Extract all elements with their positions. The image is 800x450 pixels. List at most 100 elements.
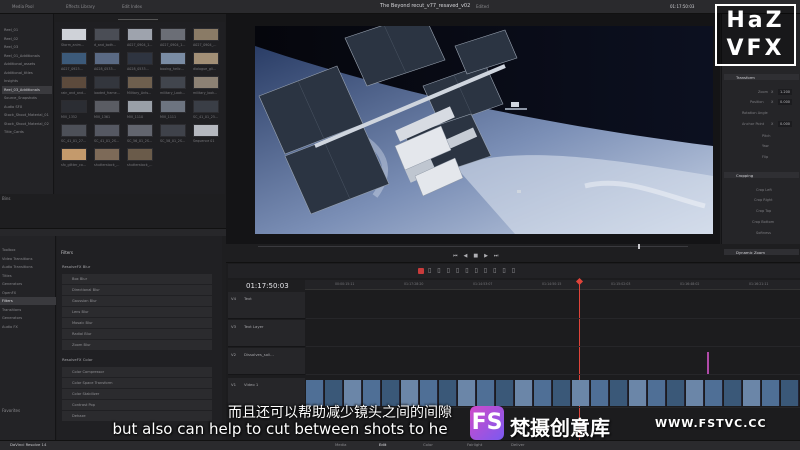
viewer-playhead[interactable] bbox=[638, 244, 640, 249]
yaw-label: Yaw bbox=[762, 144, 769, 148]
cropping-section[interactable]: Cropping bbox=[724, 172, 799, 178]
fx-item[interactable]: Color Space Transform bbox=[62, 378, 212, 388]
page-tab-media[interactable]: Media bbox=[335, 442, 346, 447]
clip-thumbnail[interactable] bbox=[160, 76, 186, 89]
selection-tool-icon[interactable] bbox=[418, 268, 424, 274]
fx-item[interactable]: Box Blur bbox=[62, 274, 212, 284]
clip-thumbnail[interactable] bbox=[160, 28, 186, 41]
fx-category[interactable]: Filters bbox=[0, 297, 56, 305]
clip-thumbnail[interactable] bbox=[127, 76, 153, 89]
clip-thumbnail[interactable] bbox=[61, 148, 87, 161]
clip-thumbnail[interactable] bbox=[127, 124, 153, 137]
clip-name: SC_56_01_2S... bbox=[127, 139, 153, 143]
track-lane[interactable] bbox=[306, 348, 800, 375]
fx-category[interactable]: Generators bbox=[0, 314, 56, 322]
video-clip[interactable] bbox=[781, 380, 799, 406]
timeline-toolbar: ▯▯▯▯▯▯▯▯▯▯ bbox=[228, 264, 800, 278]
clip-thumbnail[interactable] bbox=[61, 124, 87, 137]
clip-thumbnail[interactable] bbox=[94, 100, 120, 113]
page-tab-color[interactable]: Color bbox=[423, 442, 433, 447]
clip-thumbnail[interactable] bbox=[127, 148, 153, 161]
effects-library-button[interactable]: Effects Library bbox=[66, 4, 95, 9]
video-clip[interactable] bbox=[743, 380, 761, 406]
fx-item[interactable]: Gaussian Blur bbox=[62, 296, 212, 306]
timeline-ruler[interactable]: 00:00:15:11 01:17:28:20 01:14:53:07 01:14:5… bbox=[305, 280, 800, 290]
clip-thumbnail[interactable] bbox=[127, 100, 153, 113]
transform-section[interactable]: Transform bbox=[724, 74, 799, 80]
clip-thumbnail[interactable] bbox=[61, 28, 87, 41]
track-lane[interactable] bbox=[306, 320, 800, 347]
video-clip[interactable] bbox=[705, 380, 723, 406]
fx-category[interactable]: Toolbox bbox=[0, 246, 56, 254]
media-pool-button[interactable]: Media Pool bbox=[12, 4, 34, 9]
fx-category[interactable]: Generators bbox=[0, 280, 56, 288]
clip-name: A028_0533... bbox=[94, 67, 116, 71]
bin-item[interactable]: Additional_titles bbox=[2, 69, 52, 77]
fx-category[interactable]: Video Transitions bbox=[0, 255, 56, 263]
fx-category[interactable]: OpenFX bbox=[0, 289, 56, 297]
clip-thumbnail[interactable] bbox=[94, 52, 120, 65]
zoom-x-field[interactable]: 1.200 bbox=[778, 89, 793, 95]
bin-item[interactable]: Reel_03_Additionals bbox=[2, 85, 52, 94]
clip-thumbnail[interactable] bbox=[94, 148, 120, 161]
video-clip[interactable] bbox=[724, 380, 742, 406]
fx-category[interactable]: Transitions bbox=[0, 306, 56, 314]
clip-thumbnail[interactable] bbox=[61, 100, 87, 113]
thumb-size-slider[interactable] bbox=[118, 19, 158, 20]
clip-thumbnail[interactable] bbox=[127, 28, 153, 41]
v2-clip[interactable] bbox=[707, 352, 709, 374]
position-x-field[interactable]: 0.000 bbox=[778, 99, 793, 105]
clip-thumbnail[interactable] bbox=[160, 100, 186, 113]
bin-item[interactable]: Reel_01_Additionals bbox=[2, 52, 52, 60]
bin-item[interactable]: Audio SFX bbox=[2, 103, 52, 111]
clip-thumbnail[interactable] bbox=[94, 124, 120, 137]
video-clip[interactable] bbox=[762, 380, 780, 406]
fx-category[interactable]: Audio FX bbox=[0, 323, 56, 331]
page-tab-edit[interactable]: Edit bbox=[379, 442, 386, 447]
track-id: V4 bbox=[231, 296, 237, 301]
anchor-x-field[interactable]: 0.000 bbox=[778, 121, 793, 127]
fx-item[interactable]: Directional Blur bbox=[62, 285, 212, 295]
fx-category[interactable]: Audio Transitions bbox=[0, 263, 56, 271]
fx-item[interactable]: Color Compressor bbox=[62, 367, 212, 377]
bin-item[interactable]: Insights bbox=[2, 77, 52, 85]
viewer-scrubber[interactable] bbox=[258, 246, 688, 247]
bin-item[interactable]: Title_Cards bbox=[2, 128, 52, 136]
video-clip[interactable] bbox=[686, 380, 704, 406]
clip-thumbnail[interactable] bbox=[94, 76, 120, 89]
clip-thumbnail[interactable] bbox=[160, 52, 186, 65]
fx-category[interactable]: Titles bbox=[0, 272, 56, 280]
edit-index-button[interactable]: Edit Index bbox=[122, 4, 142, 9]
track-header[interactable]: V3 Text Layer bbox=[228, 320, 305, 347]
transport-buttons[interactable]: ⏮◀■▶⏭ bbox=[453, 253, 504, 259]
bin-item[interactable]: Source_Snapshots bbox=[2, 94, 52, 102]
fx-item[interactable]: Lens Blur bbox=[62, 307, 212, 317]
clip-thumbnail[interactable] bbox=[193, 100, 219, 113]
clip-thumbnail[interactable] bbox=[127, 52, 153, 65]
bin-item[interactable]: Additional_assets bbox=[2, 60, 52, 68]
track-header[interactable]: V2 Dissolves_soli... bbox=[228, 348, 305, 375]
clip-thumbnail[interactable] bbox=[193, 28, 219, 41]
clip-thumbnail[interactable] bbox=[160, 124, 186, 137]
clip-thumbnail[interactable] bbox=[193, 52, 219, 65]
zoom-label: Zoom bbox=[758, 90, 769, 94]
fx-item[interactable]: Radial Blur bbox=[62, 329, 212, 339]
dynamic-zoom-section[interactable]: Dynamic Zoom bbox=[724, 249, 799, 255]
track-lane[interactable] bbox=[306, 292, 800, 319]
edit-tools[interactable]: ▯▯▯▯▯▯▯▯▯▯ bbox=[428, 267, 521, 274]
bin-item[interactable]: Stock_Shoot_Material_01 bbox=[2, 111, 52, 119]
bin-item[interactable]: Stock_Shoot_Material_02 bbox=[2, 120, 52, 128]
fx-item[interactable]: Mosaic Blur bbox=[62, 318, 212, 328]
clip-thumbnail[interactable] bbox=[193, 124, 219, 137]
fx-item[interactable]: Color Stabilizer bbox=[62, 389, 212, 399]
clip-name: military_look... bbox=[193, 91, 218, 95]
clip-thumbnail[interactable] bbox=[94, 28, 120, 41]
bin-item[interactable]: Reel_02 bbox=[2, 35, 52, 43]
bin-item[interactable]: Reel_01 bbox=[2, 26, 52, 34]
bin-item[interactable]: Reel_03 bbox=[2, 43, 52, 51]
clip-thumbnail[interactable] bbox=[193, 76, 219, 89]
track-header[interactable]: V4 Text bbox=[228, 292, 305, 319]
clip-thumbnail[interactable] bbox=[61, 76, 87, 89]
fx-item[interactable]: Zoom Blur bbox=[62, 340, 212, 350]
clip-thumbnail[interactable] bbox=[61, 52, 87, 65]
